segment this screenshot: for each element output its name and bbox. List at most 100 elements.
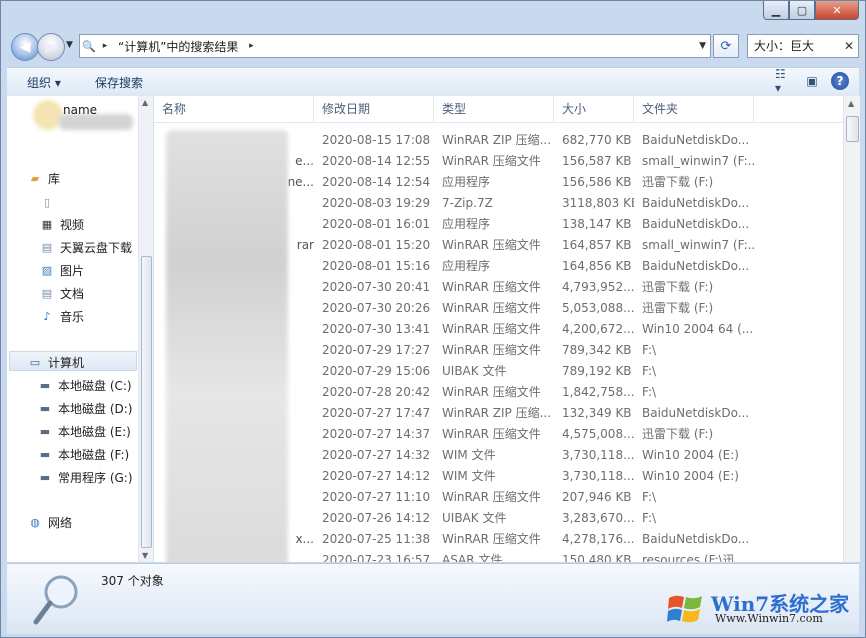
preview-pane-icon[interactable]: ▣ [803,72,821,90]
organize-button[interactable]: 组织 ▾ [27,74,61,91]
scroll-down-icon[interactable]: ▼ [142,551,148,560]
library-icon: ▰ [30,171,40,185]
breadcrumb-separator-icon[interactable]: ▸ [98,41,112,51]
nav-item-label: 文档 [60,286,85,301]
folder-cell: resources (F:\迅... [642,553,747,562]
size-cell: 164,856 KB [562,259,632,273]
nav-item-label: 音乐 [60,309,85,324]
nav-network-label: 网络 [48,515,73,530]
nav-item-tianyi[interactable]: ▤ 天翼云盘下载 [39,237,132,257]
date-cell: 2020-07-30 13:41 [322,322,431,336]
filename-redaction [166,130,288,562]
column-header-type[interactable]: 类型 [434,96,554,122]
nav-item-pictures[interactable]: ▨ 图片 [39,260,84,280]
file-list-scroll-thumb[interactable] [846,116,859,142]
folder-doc-icon: ▤ [41,240,53,254]
date-cell: 2020-07-23 16:57 [322,553,431,562]
column-header-size[interactable]: 大小 [554,96,634,122]
explorer-window: ▁ ▢ ✕ ◀ ▶ ▼ 🔍 ▸ “计算机”中的搜索结果 ▸ ▼ ⟳ 大小：巨大 … [0,0,866,638]
breadcrumb-chevron-icon[interactable]: ▸ [244,41,258,51]
folder-cell: F:\ [642,343,657,357]
nav-drive-g[interactable]: ▬ 常用程序 (G:) [37,467,133,487]
nav-drive-c[interactable]: ▬ 本地磁盘 (C:) [37,375,132,395]
size-cell: 4,793,952... [562,280,634,294]
file-list: 名称 修改日期 类型 大小 文件夹 2020-08-15 17:08 WinRAR… [154,96,843,562]
folder-cell: F:\ [642,364,657,378]
size-cell: 164,857 KB [562,238,632,252]
column-header-date[interactable]: 修改日期 [314,96,434,122]
drive-icon: ▬ [39,424,51,438]
address-bar[interactable]: 🔍 ▸ “计算机”中的搜索结果 ▸ ▼ [79,34,711,58]
maximize-button[interactable]: ▢ [789,1,815,20]
nav-drive-label: 本地磁盘 (C:) [58,378,132,393]
network-icon: ◍ [30,515,40,529]
clear-search-icon[interactable]: ✕ [844,35,854,57]
type-cell: UIBAK 文件 [442,511,507,525]
command-bar: 组织 ▾ 保存搜索 ☷ ▾ ▣ ? [7,67,859,97]
music-icon: ♪ [43,309,51,323]
nav-library-blank[interactable]: ▯ [39,192,60,212]
magnifier-icon [33,575,78,625]
refresh-icon: ⟳ [720,38,732,54]
size-cell: 4,200,672... [562,322,634,336]
nav-item-label: 天翼云盘下载 [60,240,133,255]
folder-cell: F:\ [642,511,657,525]
help-icon[interactable]: ? [831,72,849,90]
forward-button[interactable]: ▶ [37,33,65,61]
view-options-icon[interactable]: ☷ ▾ [775,67,793,95]
nav-drive-d[interactable]: ▬ 本地磁盘 (D:) [37,398,133,418]
nav-drive-e[interactable]: ▬ 本地磁盘 (E:) [37,421,131,441]
size-cell: 3,730,118... [562,448,634,462]
video-icon: ▦ [41,217,53,231]
nav-scrollbar[interactable]: ▲ ▼ [138,96,153,562]
folder-cell: 迅雷下载 (F:) [642,427,714,441]
file-list-scrollbar[interactable]: ▲ [843,96,860,562]
nav-item-documents[interactable]: ▤ 文档 [39,283,84,303]
folder-cell: small_winwin7 (F:... [642,154,754,168]
drive-icon: ▬ [39,470,51,484]
nav-network[interactable]: ◍ 网络 [27,512,72,532]
nav-item-videos[interactable]: ▦ 视频 [39,214,84,234]
minimize-button[interactable]: ▁ [763,1,789,20]
breadcrumb-search-results[interactable]: “计算机”中的搜索结果 [112,38,244,55]
size-cell: 3118,803 KB [562,196,634,210]
type-cell: ASAR 文件 [442,553,503,562]
scroll-up-icon[interactable]: ▲ [848,99,854,108]
nav-scroll-thumb[interactable] [141,256,152,548]
column-header-folder[interactable]: 文件夹 [634,96,754,122]
date-cell: 2020-08-01 15:20 [322,238,431,252]
address-dropdown-icon[interactable]: ▼ [699,41,706,51]
scroll-up-icon[interactable]: ▲ [142,98,148,107]
details-pane: 307 个对象 Win7系统之家 Www.Winwin7.com [7,563,859,634]
nav-drive-label: 本地磁盘 (E:) [58,424,131,439]
back-button[interactable]: ◀ [11,33,39,61]
save-search-button[interactable]: 保存搜索 [95,74,143,91]
type-cell: 应用程序 [442,259,491,273]
size-cell: 5,053,088... [562,301,634,315]
date-cell: 2020-07-27 11:10 [322,490,431,504]
nav-computer[interactable]: ▭ 计算机 [27,352,84,372]
column-header-name[interactable]: 名称 [154,96,314,122]
search-input[interactable]: 大小：巨大 ✕ [747,34,859,58]
type-cell: WinRAR 压缩文件 [442,385,541,399]
picture-icon: ▨ [41,263,53,277]
nav-drive-label: 本地磁盘 (F:) [58,447,130,462]
nav-user[interactable]: name [63,100,97,120]
watermark-url: Www.Winwin7.com [715,612,823,625]
recent-pages-dropdown[interactable]: ▼ [66,40,73,50]
date-cell: 2020-08-01 15:16 [322,259,431,273]
nav-library[interactable]: ▰ 库 [27,168,60,188]
search-results-icon: 🔍 [82,39,96,53]
folder-cell: BaiduNetdiskDo... [642,133,750,147]
close-button[interactable]: ✕ [815,1,859,20]
nav-user-label: name [63,103,98,117]
folder-cell: BaiduNetdiskDo... [642,406,750,420]
system-drive-icon: ▬ [39,378,51,392]
refresh-button[interactable]: ⟳ [713,34,739,58]
navigation-pane: name ▰ 库 ▯ ▦ 视频 ▤ 天翼云盘下载 ▨ 图片 ▤ 文档 ♪ 音乐 [7,96,154,562]
nav-item-music[interactable]: ♪ 音乐 [39,306,84,326]
size-cell: 789,192 KB [562,364,632,378]
nav-drive-f[interactable]: ▬ 本地磁盘 (F:) [37,444,129,464]
size-cell: 3,283,670... [562,511,634,525]
size-cell: 4,575,008... [562,427,634,441]
